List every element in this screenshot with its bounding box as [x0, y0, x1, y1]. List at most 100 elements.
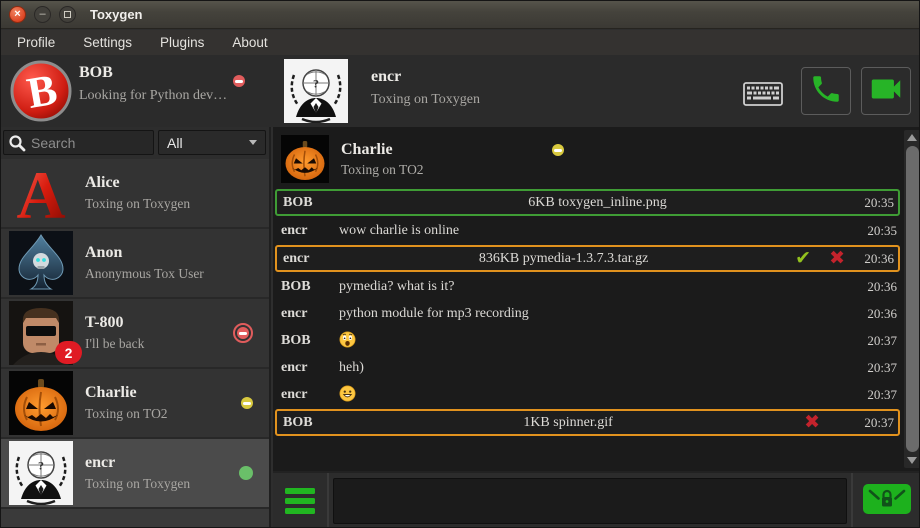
message-time: 20:36	[857, 306, 897, 322]
friend-item-charlie[interactable]: Charlie Toxing on TO2	[1, 369, 269, 439]
message-time: 20:35	[857, 223, 897, 239]
toxygen-window: × – Toxygen Profile Settings Plugins Abo…	[0, 0, 920, 528]
search-icon	[8, 134, 26, 152]
avatar-charlie	[9, 371, 73, 435]
friend-status-message: Toxing on Toxygen	[85, 476, 227, 492]
video-camera-icon	[867, 70, 905, 113]
scrollbar-thumb[interactable]	[906, 146, 919, 452]
self-avatar[interactable]: B	[9, 59, 73, 123]
avatar-anon	[9, 231, 73, 295]
friend-name: Charlie	[85, 384, 229, 402]
self-name: BOB	[79, 64, 113, 82]
message-text: python module for mp3 recording	[339, 306, 857, 322]
online-status-icon	[239, 466, 253, 480]
friend-item-anon[interactable]: Anon Anonymous Tox User	[1, 229, 269, 299]
message-text: heh)	[339, 360, 857, 376]
text-message-row: encr python module for mp3 recording 20:…	[273, 300, 902, 327]
friend-name: T-800	[85, 314, 221, 332]
emoji-message-row: encr 20:37	[273, 381, 902, 408]
friend-status-message: Toxing on Toxygen	[85, 196, 253, 212]
message-sender: encr	[281, 360, 339, 376]
busy-status-ringed-icon	[233, 323, 253, 343]
message-text: wow charlie is online	[339, 223, 857, 239]
message-time: 20:35	[854, 195, 894, 211]
menu-settings[interactable]: Settings	[69, 32, 146, 53]
file-transfer-row: BOB 6KB toxygen_inline.png 20:35	[275, 189, 900, 216]
video-call-button[interactable]	[861, 67, 911, 115]
header: B BOB Looking for Python dev… ?	[1, 55, 920, 127]
search-row: All	[1, 127, 269, 159]
window-title: Toxygen	[90, 7, 143, 22]
friend-status-message: Anonymous Tox User	[85, 266, 253, 282]
sidebar: All A Alice Toxing on Toxygen	[1, 127, 271, 528]
close-button[interactable]: ×	[9, 6, 26, 23]
message-sender: encr	[283, 251, 341, 267]
smile-emoji-icon	[339, 385, 356, 405]
titlebar: × – Toxygen	[1, 1, 919, 29]
message-list: Charlie Toxing on TO2 BOB 6KB toxygen_in…	[273, 130, 902, 471]
message-time: 20:37	[857, 360, 897, 376]
menubar: Profile Settings Plugins About	[1, 30, 919, 55]
busy-status-icon	[233, 75, 245, 87]
active-friend-header: ? encr Toxing on Toxygen	[271, 55, 920, 127]
chat-menu-button[interactable]	[273, 473, 329, 528]
menu-profile[interactable]: Profile	[3, 32, 69, 53]
decline-file-button[interactable]: ✖	[820, 249, 854, 268]
avatar-alice: A	[9, 161, 73, 225]
friend-name: Alice	[85, 174, 253, 192]
self-profile[interactable]: B BOB Looking for Python dev…	[1, 55, 271, 127]
away-status-icon	[552, 144, 564, 156]
maximize-icon	[64, 11, 71, 18]
message-sender: BOB	[281, 333, 339, 349]
menu-about[interactable]: About	[218, 32, 281, 53]
file-name: 836KB pymedia-1.3.7.3.tar.gz	[341, 251, 786, 267]
friend-item-t800[interactable]: 2 T-800 I'll be back	[1, 299, 269, 369]
message-sender: encr	[281, 387, 339, 403]
message-sender: encr	[281, 306, 339, 322]
friend-name: Anon	[85, 244, 253, 262]
text-message-row: encr heh) 20:37	[273, 354, 902, 381]
message-text: pymedia? what is it?	[339, 279, 857, 295]
cancel-file-button[interactable]: ✖	[795, 413, 854, 432]
accept-file-button[interactable]: ✔	[786, 249, 820, 268]
text-message-row: encr wow charlie is online 20:35	[273, 217, 902, 244]
menu-plugins[interactable]: Plugins	[146, 32, 218, 53]
composer-bar	[273, 471, 920, 528]
minimize-button[interactable]: –	[34, 6, 51, 23]
file-name: 6KB toxygen_inline.png	[341, 195, 854, 211]
message-input[interactable]	[333, 478, 847, 524]
chat-scrollbar[interactable]	[904, 130, 920, 468]
message-time: 20:36	[857, 279, 897, 295]
keyboard-icon[interactable]	[743, 81, 783, 107]
scroll-up-arrow[interactable]	[904, 130, 920, 145]
friend-item-alice[interactable]: A Alice Toxing on Toxygen	[1, 159, 269, 229]
scroll-down-arrow[interactable]	[904, 453, 920, 468]
maximize-button[interactable]	[59, 6, 76, 23]
chat-contact-name: Charlie	[341, 141, 424, 159]
friend-item-encr[interactable]: ? encr Toxing on Toxygen	[1, 439, 269, 509]
text-message-row: BOB pymedia? what is it? 20:36	[273, 273, 902, 300]
message-time: 20:37	[857, 387, 897, 403]
message-time: 20:37	[854, 415, 894, 431]
message-sender: BOB	[283, 195, 341, 211]
encrypted-send-icon	[863, 484, 911, 514]
chat-area: Charlie Toxing on TO2 BOB 6KB toxygen_in…	[273, 127, 920, 471]
unread-count-badge: 2	[55, 341, 82, 364]
send-message-button[interactable]	[863, 484, 911, 519]
svg-text:A: A	[16, 161, 65, 225]
avatar-encr: ?	[9, 441, 73, 505]
friend-status-message: Toxing on TO2	[85, 406, 229, 422]
friend-avatar-encr: ?	[284, 59, 348, 123]
friend-status-message: I'll be back	[85, 336, 221, 352]
chat-contact-status-message: Toxing on TO2	[341, 162, 424, 178]
file-transfer-row: encr 836KB pymedia-1.3.7.3.tar.gz ✔ ✖ 20…	[275, 245, 900, 272]
avatar-t800: 2	[9, 301, 73, 365]
shocked-emoji-icon	[339, 331, 356, 351]
self-status-message: Looking for Python dev…	[79, 88, 227, 104]
friend-header-name: encr	[371, 68, 401, 86]
audio-call-button[interactable]	[801, 67, 851, 115]
svg-text:?: ?	[38, 459, 44, 473]
contact-filter-dropdown[interactable]: All	[158, 130, 266, 155]
avatar-charlie-small	[281, 135, 329, 183]
friend-header-status-message: Toxing on Toxygen	[371, 92, 480, 108]
